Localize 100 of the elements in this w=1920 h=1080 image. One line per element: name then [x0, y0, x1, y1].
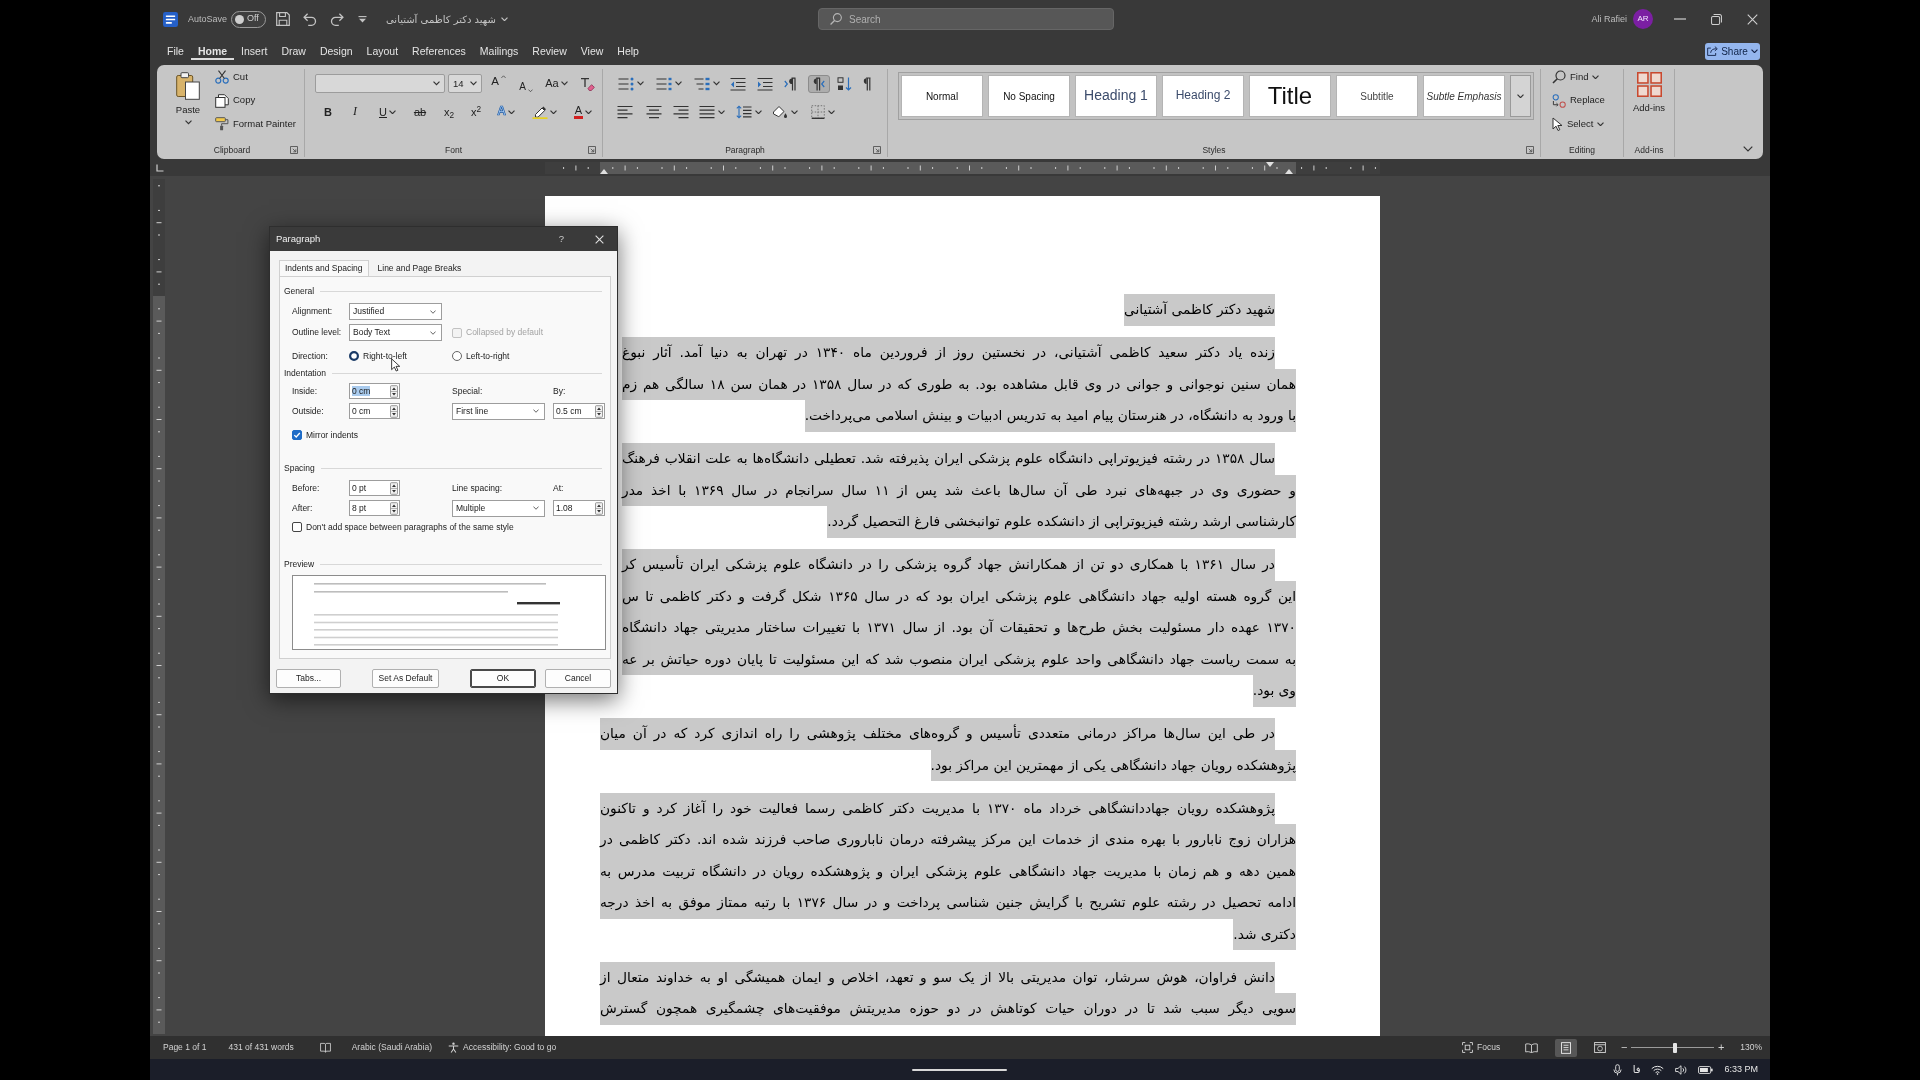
- change-case-button[interactable]: Aa: [544, 75, 569, 92]
- zoom-level[interactable]: 130%: [1740, 1042, 1762, 1053]
- clear-formatting-icon[interactable]: [580, 76, 595, 91]
- line-spacing-dropdown[interactable]: Multiple: [452, 499, 545, 517]
- dialog-launcher-icon[interactable]: [290, 146, 298, 154]
- customize-toolbar-icon[interactable]: [358, 15, 368, 23]
- spin-arrows-icon[interactable]: [390, 481, 398, 495]
- right-to-left-button[interactable]: [808, 74, 830, 93]
- dialog-button[interactable]: Tabs...: [276, 669, 341, 688]
- radio-button[interactable]: [349, 351, 359, 361]
- align-left-button[interactable]: [617, 103, 633, 121]
- superscript-button[interactable]: x$^{2}$: [467, 103, 485, 121]
- restore-icon[interactable]: [1711, 13, 1722, 25]
- ribbon-tab[interactable]: References: [405, 41, 473, 61]
- format-painter-button[interactable]: Format Painter: [215, 116, 296, 132]
- style-tile[interactable]: Heading 1: [1075, 75, 1157, 117]
- checkbox[interactable]: [292, 430, 302, 440]
- shrink-font-button[interactable]: A: [519, 75, 533, 92]
- radio-button[interactable]: [452, 351, 462, 361]
- dialog-tab[interactable]: Line and Page Breaks: [371, 260, 468, 276]
- add-ins-button[interactable]: Add-ins: [1624, 69, 1674, 114]
- sort-button[interactable]: [837, 74, 853, 93]
- search-field[interactable]: Search: [818, 8, 1114, 30]
- justify-button[interactable]: [699, 103, 725, 121]
- spin-arrows-icon[interactable]: [390, 404, 398, 418]
- italic-button[interactable]: I: [346, 103, 364, 121]
- strikethrough-button[interactable]: ab: [411, 103, 429, 121]
- page-count[interactable]: Page 1 of 1: [163, 1042, 207, 1053]
- ribbon-tab[interactable]: Draw: [274, 41, 313, 61]
- bold-button[interactable]: B: [319, 103, 337, 121]
- dialog-button[interactable]: OK: [470, 669, 536, 688]
- spin-arrows-icon[interactable]: [595, 501, 603, 515]
- shading-button[interactable]: [772, 103, 798, 121]
- ribbon-tab[interactable]: File: [160, 41, 191, 61]
- font-color-button[interactable]: A: [568, 103, 598, 121]
- style-tile[interactable]: Title: [1249, 75, 1331, 117]
- copy-button[interactable]: Copy: [215, 92, 296, 109]
- dialog-launcher-icon[interactable]: [1526, 146, 1534, 154]
- font-size-field[interactable]: 14: [448, 74, 482, 93]
- line-spacing-button[interactable]: [736, 103, 762, 121]
- paste-button[interactable]: Paste: [168, 69, 208, 125]
- zoom-in-button[interactable]: +: [1716, 1042, 1727, 1053]
- view-button[interactable]: [1555, 1038, 1578, 1057]
- style-tile[interactable]: Subtitle: [1336, 75, 1418, 117]
- by-field[interactable]: 0.5 cm: [553, 403, 605, 419]
- checkbox[interactable]: [292, 522, 302, 532]
- zoom-out-button[interactable]: −: [1619, 1042, 1630, 1053]
- battery-icon[interactable]: [1698, 1065, 1714, 1074]
- ribbon-tab[interactable]: Layout: [359, 41, 406, 61]
- ribbon-tab[interactable]: Design: [312, 41, 360, 61]
- inside-field[interactable]: 0 cm: [349, 383, 400, 399]
- accessibility-button[interactable]: Accessibility: Good to go: [448, 1042, 557, 1053]
- wifi-icon[interactable]: [1651, 1064, 1665, 1075]
- spin-arrows-icon[interactable]: [390, 501, 398, 515]
- word-count[interactable]: 431 of 431 words: [228, 1042, 294, 1053]
- share-button[interactable]: Share: [1705, 42, 1760, 60]
- replace-button[interactable]: Replace: [1552, 92, 1605, 109]
- dialog-button[interactable]: Cancel: [545, 669, 611, 688]
- special-dropdown[interactable]: First line: [452, 402, 545, 420]
- cut-button[interactable]: Cut: [215, 69, 296, 85]
- select-button[interactable]: Select: [1552, 116, 1605, 132]
- language-status[interactable]: Arabic (Saudi Arabia): [351, 1042, 433, 1053]
- underline-button[interactable]: U: [373, 103, 402, 121]
- close-icon[interactable]: [1747, 13, 1758, 25]
- collapse-ribbon-icon[interactable]: [1743, 146, 1753, 152]
- subscript-button[interactable]: x$_{2}$: [440, 103, 458, 121]
- volume-icon[interactable]: [1675, 1064, 1688, 1075]
- focus-button[interactable]: Focus: [1462, 1042, 1501, 1053]
- dialog-launcher-icon[interactable]: [588, 146, 596, 154]
- user-avatar[interactable]: AR: [1633, 9, 1653, 29]
- spin-arrows-icon[interactable]: [595, 404, 603, 418]
- at-field[interactable]: 1.08: [553, 500, 605, 516]
- font-name-field[interactable]: [315, 74, 445, 93]
- outline-level-dropdown[interactable]: Body Text: [349, 324, 442, 341]
- document-title[interactable]: شهید دکتر کاظمی آشتیانی: [386, 13, 508, 25]
- slider-thumb[interactable]: [1673, 1042, 1678, 1053]
- ribbon-tab[interactable]: Insert: [234, 41, 275, 61]
- borders-button[interactable]: [811, 103, 835, 121]
- microphone-icon[interactable]: [1612, 1063, 1622, 1076]
- dialog-launcher-icon[interactable]: [873, 146, 881, 154]
- before-field[interactable]: 0 pt: [349, 480, 400, 496]
- after-field[interactable]: 8 pt: [349, 500, 400, 516]
- dialog-tab[interactable]: Indents and Spacing: [279, 260, 369, 276]
- input-language-indicator[interactable]: فا: [1632, 1064, 1641, 1075]
- grow-font-button[interactable]: A: [491, 75, 506, 92]
- style-tile[interactable]: No Spacing: [988, 75, 1070, 117]
- undo-icon[interactable]: [303, 12, 318, 26]
- ribbon-tab[interactable]: Home: [190, 41, 235, 61]
- ribbon-tab[interactable]: View: [573, 41, 611, 61]
- close-icon[interactable]: [595, 234, 604, 244]
- show-marks-button[interactable]: [863, 74, 871, 93]
- tab-selector-icon[interactable]: [156, 163, 164, 172]
- center-button[interactable]: [646, 103, 662, 121]
- clock[interactable]: 6:33 PM: [1724, 1064, 1758, 1075]
- book-icon[interactable]: [319, 1042, 331, 1053]
- outside-field[interactable]: 0 cm: [349, 403, 400, 419]
- redo-icon[interactable]: [330, 12, 345, 26]
- spin-arrows-icon[interactable]: [390, 384, 398, 398]
- align-right-button[interactable]: [673, 103, 689, 121]
- dialog-button[interactable]: Set As Default: [372, 669, 439, 688]
